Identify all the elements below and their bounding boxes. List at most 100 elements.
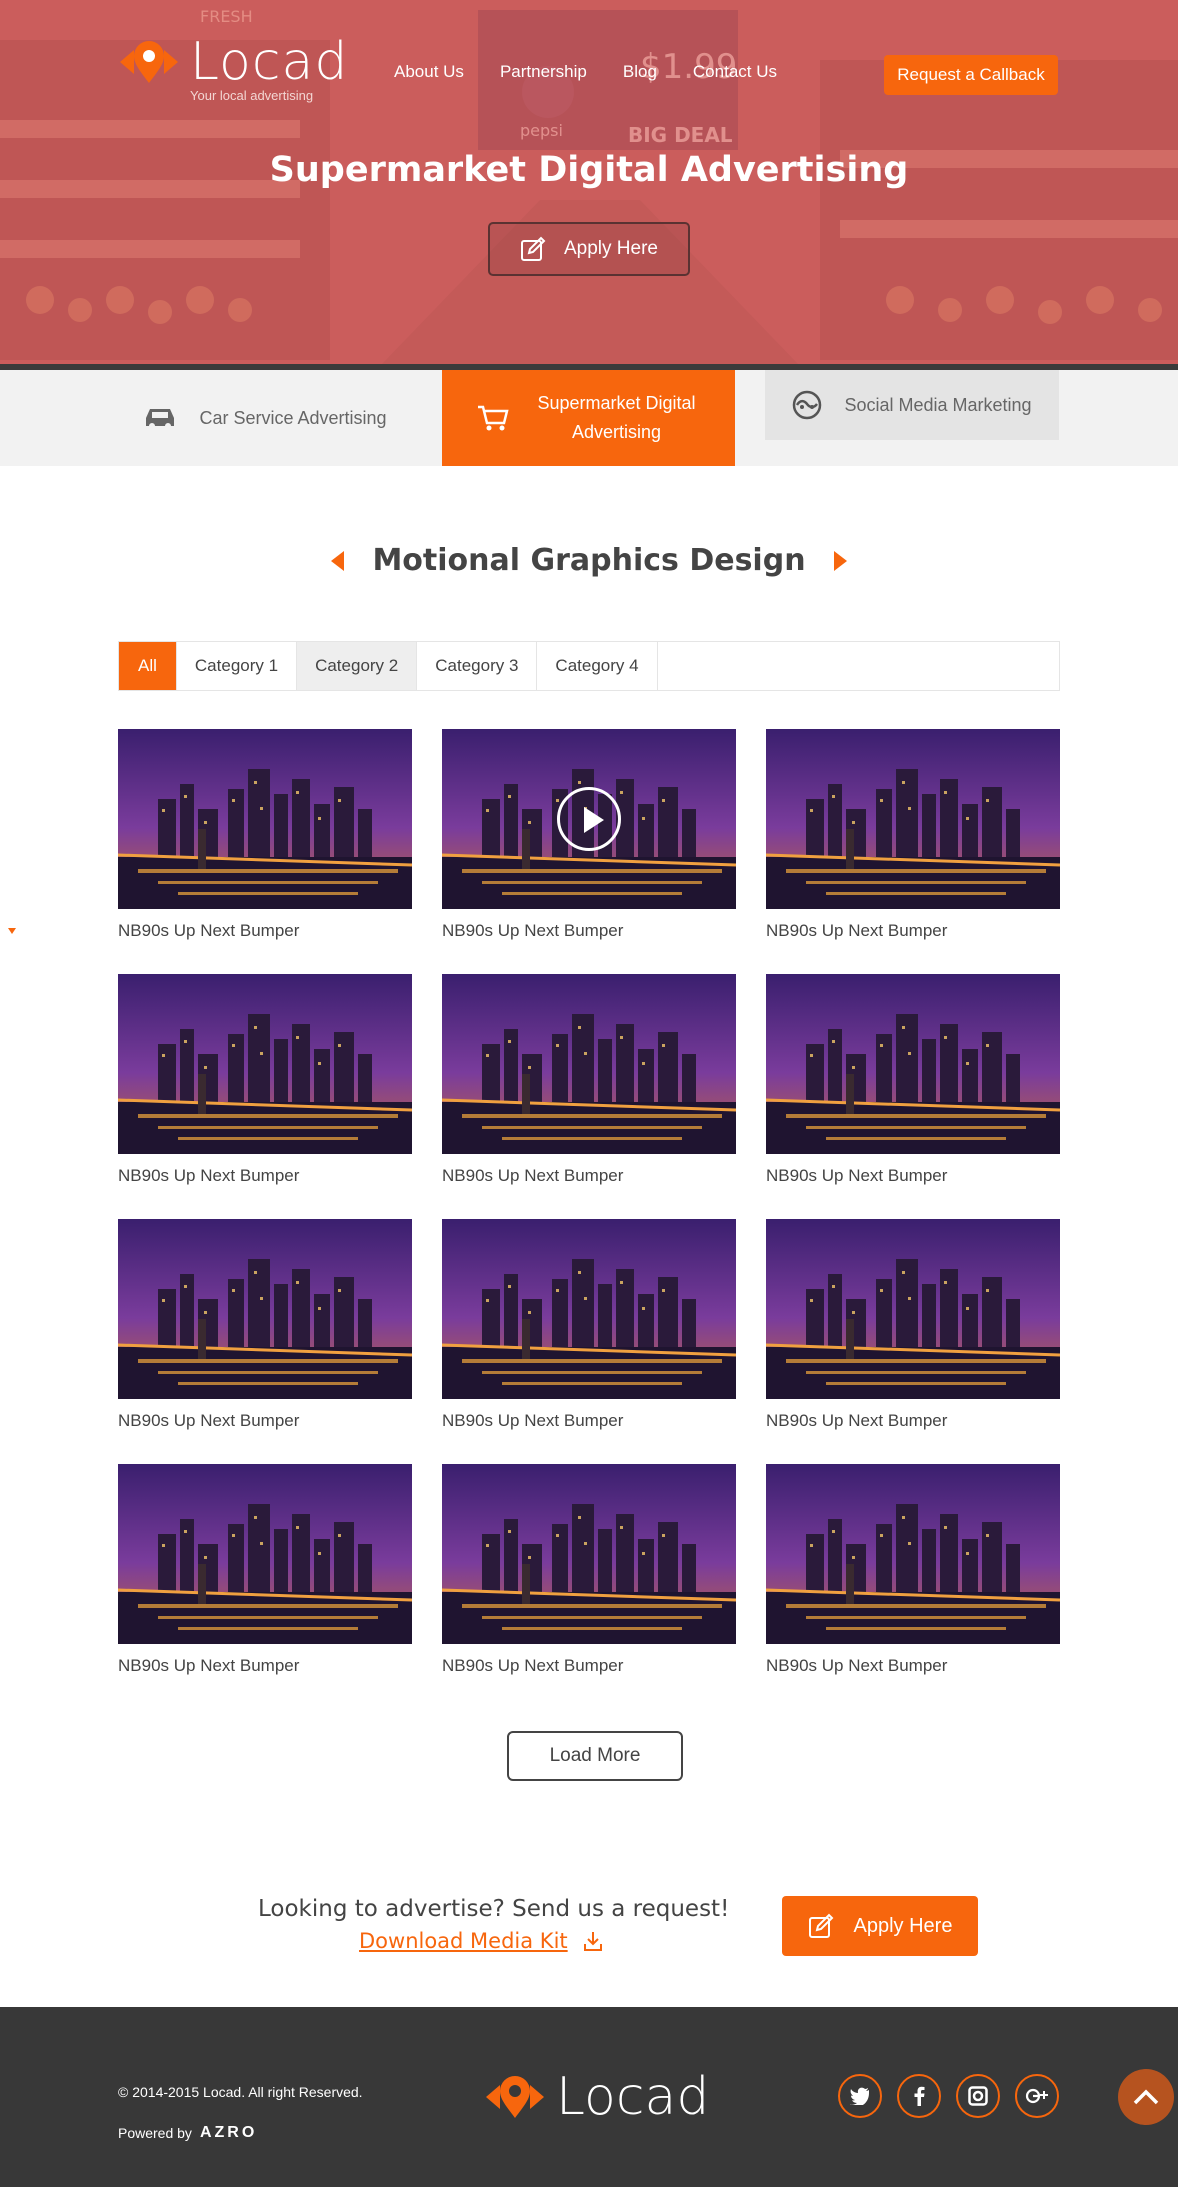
nav-about-us[interactable]: About Us <box>394 62 464 82</box>
grid-item[interactable]: NB90s Up Next Bumper <box>118 974 412 1186</box>
prev-arrow-icon[interactable] <box>331 550 345 571</box>
grid-thumbnail[interactable] <box>442 729 736 909</box>
nav-blog[interactable]: Blog <box>623 62 657 82</box>
tab-car-label: Car Service Advertising <box>199 407 387 428</box>
tab-social-media-marketing[interactable]: Social Media Marketing <box>765 370 1059 440</box>
nav-partnership[interactable]: Partnership <box>500 62 587 82</box>
city-skyline-thumbnail <box>766 1464 1060 1644</box>
map-pin-logo-icon <box>120 41 178 83</box>
filter-all[interactable]: All <box>119 642 177 690</box>
load-more-button[interactable]: Load More <box>507 1731 683 1781</box>
grid-caption: NB90s Up Next Bumper <box>442 1656 624 1675</box>
hero-title: Supermarket Digital Advertising <box>269 150 909 190</box>
grid-item[interactable]: NB90s Up Next Bumper <box>766 1219 1060 1431</box>
grid-item[interactable]: NB90s Up Next Bumper <box>118 729 412 941</box>
download-media-kit-link[interactable]: Download Media Kit <box>359 1929 604 1953</box>
city-skyline-thumbnail <box>442 1219 736 1399</box>
globe-icon <box>793 390 822 420</box>
tab-supermarket-digital-advertising[interactable]: Supermarket Digital Advertising <box>442 370 735 466</box>
grid-item[interactable]: NB90s Up Next Bumper <box>118 1464 412 1676</box>
grid-item[interactable]: NB90s Up Next Bumper <box>442 1464 736 1676</box>
instagram-icon[interactable] <box>956 2074 1000 2118</box>
cta-apply-button[interactable]: Apply Here <box>782 1896 978 1956</box>
grid-caption: NB90s Up Next Bumper <box>766 1166 948 1185</box>
grid-thumbnail[interactable] <box>442 1219 736 1399</box>
logo-tagline: Your local advertising <box>190 88 314 103</box>
grid-thumbnail[interactable] <box>442 1464 736 1644</box>
filter-category-3[interactable]: Category 3 <box>417 642 538 690</box>
back-to-top-button[interactable] <box>1118 2069 1174 2125</box>
car-icon <box>146 409 175 429</box>
copyright-text: © 2014-2015 Locad. All right Reserved. <box>118 2084 363 2100</box>
grid-caption: NB90s Up Next Bumper <box>118 1166 300 1185</box>
grid-thumbnail[interactable] <box>118 1219 412 1399</box>
tab-social-label: Social Media Marketing <box>844 394 1032 415</box>
filter-category-4[interactable]: Category 4 <box>537 642 658 690</box>
city-skyline-thumbnail <box>442 1464 736 1644</box>
header-logo[interactable]: Locad <box>118 36 348 88</box>
filter-category-1[interactable]: Category 1 <box>177 642 298 690</box>
map-pin-logo-icon <box>486 2076 544 2118</box>
grid-caption: NB90s Up Next Bumper <box>766 921 948 940</box>
side-marker-icon <box>8 928 16 934</box>
edit-icon <box>521 236 546 261</box>
tab-car-service-advertising[interactable]: Car Service Advertising <box>118 370 412 466</box>
grid-caption: NB90s Up Next Bumper <box>118 921 300 940</box>
cta-text: Looking to advertise? Send us a request! <box>258 1896 730 1922</box>
azro-logo[interactable]: AZRO <box>200 2124 257 2142</box>
download-icon <box>583 1932 602 1951</box>
chevron-up-icon <box>1133 2089 1159 2105</box>
grid-item[interactable]: NB90s Up Next Bumper <box>442 1219 736 1431</box>
city-skyline-thumbnail <box>118 1464 412 1644</box>
city-skyline-thumbnail <box>118 1219 412 1399</box>
play-icon[interactable] <box>557 787 621 851</box>
next-arrow-icon[interactable] <box>833 550 847 571</box>
social-links <box>838 2074 1059 2118</box>
grid-item[interactable]: NB90s Up Next Bumper <box>442 729 736 941</box>
category-filter: All Category 1 Category 2 Category 3 Cat… <box>118 641 1060 691</box>
grid-thumbnail[interactable] <box>118 1464 412 1644</box>
grid-caption: NB90s Up Next Bumper <box>442 921 624 940</box>
google-plus-icon[interactable] <box>1015 2074 1059 2118</box>
cart-icon <box>477 405 509 431</box>
request-callback-button[interactable]: Request a Callback <box>884 55 1058 95</box>
tab-supermarket-label: Supermarket Digital Advertising <box>537 393 696 442</box>
filter-category-2[interactable]: Category 2 <box>297 642 418 690</box>
grid-thumbnail[interactable] <box>118 974 412 1154</box>
footer-logo[interactable]: Locad <box>484 2071 709 2123</box>
twitter-icon[interactable] <box>838 2074 882 2118</box>
city-skyline-thumbnail <box>766 974 1060 1154</box>
grid-thumbnail[interactable] <box>442 974 736 1154</box>
grid-thumbnail[interactable] <box>766 729 1060 909</box>
city-skyline-thumbnail <box>766 729 1060 909</box>
powered-by: Powered by AZRO <box>118 2124 257 2142</box>
facebook-icon[interactable] <box>897 2074 941 2118</box>
nav-contact-us[interactable]: Contact Us <box>693 62 777 82</box>
footer-logo-text: Locad <box>556 2067 710 2127</box>
section-header: Motional Graphics Design <box>0 543 1178 578</box>
grid-item[interactable]: NB90s Up Next Bumper <box>766 974 1060 1186</box>
grid-item[interactable]: NB90s Up Next Bumper <box>766 729 1060 941</box>
grid-caption: NB90s Up Next Bumper <box>766 1411 948 1430</box>
hero-apply-label: Apply Here <box>564 238 658 259</box>
grid-thumbnail[interactable] <box>766 1464 1060 1644</box>
grid-thumbnail[interactable] <box>766 974 1060 1154</box>
city-skyline-thumbnail <box>118 974 412 1154</box>
edit-icon <box>808 1913 833 1938</box>
section-title: Motional Graphics Design <box>372 543 806 578</box>
grid-caption: NB90s Up Next Bumper <box>442 1411 624 1430</box>
city-skyline-thumbnail <box>442 974 736 1154</box>
grid-caption: NB90s Up Next Bumper <box>442 1166 624 1185</box>
city-skyline-thumbnail <box>118 729 412 909</box>
grid-item[interactable]: NB90s Up Next Bumper <box>118 1219 412 1431</box>
grid-thumbnail[interactable] <box>118 729 412 909</box>
grid-item[interactable]: NB90s Up Next Bumper <box>766 1464 1060 1676</box>
grid-item[interactable]: NB90s Up Next Bumper <box>442 974 736 1186</box>
download-media-kit-label: Download Media Kit <box>359 1929 568 1953</box>
city-skyline-thumbnail <box>766 1219 1060 1399</box>
grid-thumbnail[interactable] <box>766 1219 1060 1399</box>
grid-caption: NB90s Up Next Bumper <box>118 1411 300 1430</box>
cta-apply-label: Apply Here <box>853 1914 953 1937</box>
logo-text: Locad <box>190 32 349 92</box>
hero-apply-button[interactable]: Apply Here <box>488 222 690 276</box>
